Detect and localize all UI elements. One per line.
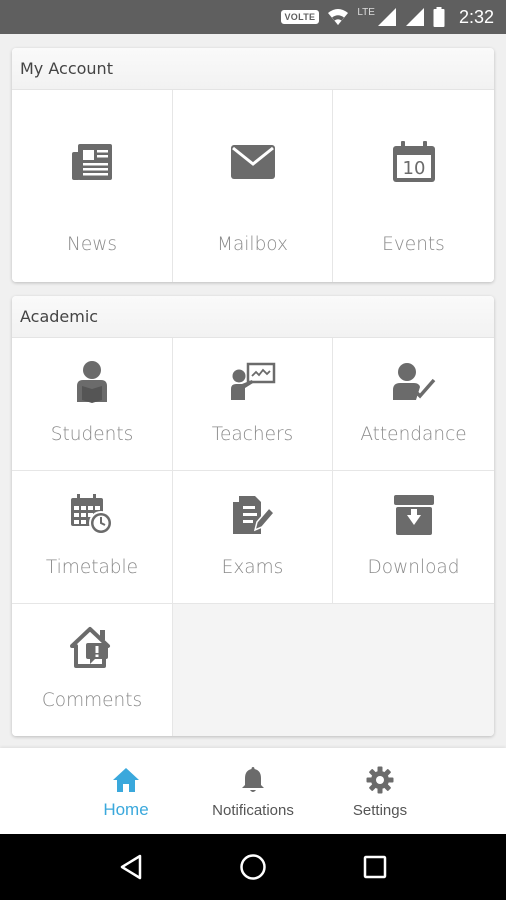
wifi-icon (327, 8, 349, 26)
recents-square-icon (363, 855, 387, 879)
comments-tile[interactable]: Comments (12, 604, 173, 736)
events-label: Events (382, 234, 445, 255)
battery-icon (433, 7, 445, 27)
students-tile[interactable]: Students (12, 338, 173, 471)
network-type: LTE (357, 7, 375, 18)
teachers-label: Teachers (211, 424, 294, 445)
volte-badge: VOLTE (280, 10, 320, 24)
my-account-header: My Account (12, 48, 494, 90)
system-navigation-bar (0, 834, 506, 900)
signal-icon (377, 7, 397, 27)
nav-settings-label: Settings (352, 802, 408, 819)
timetable-label: Timetable (45, 557, 139, 578)
news-tile[interactable]: News (12, 90, 173, 282)
timetable-tile[interactable]: Timetable (12, 471, 173, 604)
newspaper-icon (70, 138, 114, 186)
home-circle-icon (240, 854, 266, 880)
attendance-tile[interactable]: Attendance (333, 338, 494, 471)
signal-icon (405, 7, 425, 27)
news-label: News (67, 234, 117, 255)
calendar-day-text: 10 (402, 158, 425, 179)
events-tile[interactable]: 10 Events (333, 90, 494, 282)
attendance-label: Attendance (360, 424, 467, 445)
mailbox-label: Mailbox (216, 234, 289, 255)
teacher-board-icon (230, 358, 276, 406)
nav-notifications-label: Notifications (212, 802, 294, 819)
exams-label: Exams (221, 557, 284, 578)
calendar-icon: 10 (392, 138, 436, 186)
download-tile[interactable]: Download (333, 471, 494, 604)
my-account-card: My Account News Mailbox 10 Events (12, 48, 494, 282)
teachers-tile[interactable]: Teachers (173, 338, 333, 471)
academic-header: Academic (12, 296, 494, 338)
home-system-button[interactable] (223, 847, 283, 887)
bell-icon (241, 766, 265, 794)
mailbox-tile[interactable]: Mailbox (173, 90, 333, 282)
user-check-icon (392, 358, 436, 406)
clock: 2:32 (458, 6, 494, 27)
back-triangle-icon (120, 854, 142, 880)
academic-card: Academic Students Teachers Attendance Ti… (12, 296, 494, 736)
download-box-icon (393, 491, 435, 539)
gear-icon (366, 766, 394, 794)
calendar-clock-icon (70, 491, 114, 539)
back-button[interactable] (101, 847, 161, 887)
comments-label: Comments (41, 690, 143, 711)
envelope-icon (230, 138, 275, 186)
students-label: Students (50, 424, 134, 445)
house-comment-icon (70, 624, 114, 672)
recents-button[interactable] (345, 847, 405, 887)
download-label: Download (367, 557, 460, 578)
nav-home[interactable]: Home (63, 748, 190, 834)
home-icon (112, 766, 140, 794)
exam-pencil-icon (231, 491, 275, 539)
bottom-navigation: Home Notifications Settings (0, 748, 506, 834)
nav-settings[interactable]: Settings (317, 748, 444, 834)
nav-home-label: Home (103, 800, 149, 819)
status-bar: VOLTE LTE 2:32 (0, 0, 506, 34)
exams-tile[interactable]: Exams (173, 471, 333, 604)
nav-notifications[interactable]: Notifications (190, 748, 317, 834)
student-icon (74, 358, 110, 406)
empty-grid-space (173, 604, 494, 736)
